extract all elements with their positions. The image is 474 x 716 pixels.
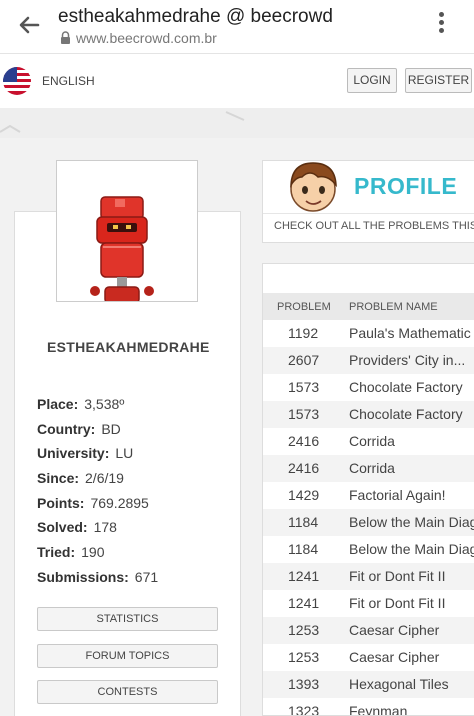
table-row[interactable]: 1241 Fit or Dont Fit II [263, 563, 474, 590]
profile-banner: PROFILE CHECK OUT ALL THE PROBLEMS THIS … [262, 160, 474, 243]
statistics-button[interactable]: STATISTICS [37, 607, 218, 631]
boy-avatar-icon [290, 162, 337, 212]
problem-name[interactable]: Corrida [349, 460, 395, 476]
stat-value: 2/6/19 [85, 470, 124, 486]
browser-bar: estheakahmedrahe @ beecrowd www.beecrowd… [0, 0, 474, 54]
stat-value: 190 [81, 544, 105, 560]
login-button[interactable]: LOGIN [347, 68, 397, 93]
us-flag-icon[interactable] [3, 67, 31, 95]
table-top [263, 264, 474, 293]
table-row[interactable]: 1573 Chocolate Factory [263, 374, 474, 401]
table-row[interactable]: 2416 Corrida [263, 455, 474, 482]
stat-solved: Solved: 178 [37, 519, 117, 535]
page-url[interactable]: www.beecrowd.com.br [76, 30, 217, 46]
table-row[interactable]: 1573 Chocolate Factory [263, 401, 474, 428]
problem-id[interactable]: 2607 [288, 352, 319, 368]
problem-id[interactable]: 1192 [288, 325, 318, 341]
column-header-problem[interactable]: PROBLEM [277, 301, 331, 313]
stat-label: Solved: [37, 519, 88, 535]
page-title: estheakahmedrahe @ beecrowd [58, 6, 333, 27]
table-row[interactable]: 1393 Hexagonal Tiles [263, 671, 474, 698]
username: ESTHEAKAHMEDRAHE [47, 339, 210, 355]
problem-id[interactable]: 1573 [288, 406, 319, 422]
table-row[interactable]: 1241 Fit or Dont Fit II [263, 590, 474, 617]
problem-table: PROBLEM PROBLEM NAME 1192 Paula's Mathema… [262, 263, 474, 716]
problem-name[interactable]: Corrida [349, 433, 395, 449]
problem-id[interactable]: 1429 [288, 487, 319, 503]
stat-points: Points: 769.2895 [37, 495, 149, 511]
problem-name[interactable]: Below the Main Diag [349, 541, 474, 557]
banner-subtitle: CHECK OUT ALL THE PROBLEMS THIS U [274, 220, 474, 232]
problem-id[interactable]: 1323 [288, 703, 319, 715]
stat-country: Country: BD [37, 421, 121, 437]
stat-submissions: Submissions: 671 [37, 569, 158, 585]
table-row[interactable]: 1184 Below the Main Diag [263, 509, 474, 536]
problem-id[interactable]: 2416 [288, 460, 319, 476]
stat-since: Since: 2/6/19 [37, 470, 124, 486]
table-row[interactable]: 2607 Providers' City in... [263, 347, 474, 374]
stat-label: Since: [37, 470, 80, 486]
contests-button[interactable]: CONTESTS [37, 680, 218, 704]
stat-label: Submissions: [37, 569, 129, 585]
decorative-band [0, 108, 474, 138]
forum-topics-button[interactable]: FORUM TOPICS [37, 644, 218, 668]
stat-label: University: [37, 445, 110, 461]
stat-label: Country: [37, 421, 96, 437]
stat-value[interactable]: LU [115, 445, 133, 461]
problem-id[interactable]: 1241 [288, 595, 319, 611]
stat-label: Points: [37, 495, 85, 511]
stat-tried: Tried: 190 [37, 544, 104, 560]
stat-value[interactable]: BD [101, 421, 120, 437]
problem-id[interactable]: 1184 [288, 541, 318, 557]
stat-value: 671 [134, 569, 159, 585]
problem-name[interactable]: Chocolate Factory [349, 406, 463, 422]
problem-name[interactable]: Below the Main Diag [349, 514, 474, 530]
stat-value: 178 [93, 519, 117, 535]
problem-name[interactable]: Caesar Cipher [349, 649, 439, 665]
problem-id[interactable]: 2416 [288, 433, 319, 449]
problem-id[interactable]: 1184 [288, 514, 318, 530]
problem-name[interactable]: Fit or Dont Fit II [349, 568, 445, 584]
problem-name[interactable]: Caesar Cipher [349, 622, 439, 638]
problem-id[interactable]: 1253 [288, 649, 319, 665]
table-row[interactable]: 1429 Factorial Again! [263, 482, 474, 509]
problem-id[interactable]: 1393 [288, 676, 319, 692]
problem-name[interactable]: Chocolate Factory [349, 379, 463, 395]
problem-name[interactable]: Hexagonal Tiles [349, 676, 449, 692]
back-arrow-icon[interactable] [16, 12, 42, 38]
table-row[interactable]: 1184 Below the Main Diag [263, 536, 474, 563]
table-header: PROBLEM PROBLEM NAME [263, 293, 474, 320]
stat-value: 3,538º [84, 396, 125, 412]
table-row[interactable]: 1192 Paula's Mathematic G [263, 320, 474, 347]
language-label[interactable]: ENGLISH [42, 74, 95, 88]
problem-name[interactable]: Factorial Again! [349, 487, 446, 503]
robot-avatar-icon [90, 196, 154, 301]
profile-heading: PROFILE [354, 173, 458, 199]
stat-value: 769.2895 [90, 495, 149, 511]
lock-icon [61, 31, 70, 44]
stat-university: University: LU [37, 445, 133, 461]
column-header-problem-name[interactable]: PROBLEM NAME [349, 301, 438, 313]
problem-name[interactable]: Paula's Mathematic G [349, 325, 474, 341]
problem-name[interactable]: Fit or Dont Fit II [349, 595, 445, 611]
more-options-icon[interactable] [436, 12, 446, 38]
register-button[interactable]: REGISTER [405, 68, 472, 93]
problem-id[interactable]: 1253 [288, 622, 319, 638]
table-row[interactable]: 2416 Corrida [263, 428, 474, 455]
table-row[interactable]: 1253 Caesar Cipher [263, 617, 474, 644]
stat-label: Place: [37, 396, 79, 412]
table-row[interactable]: 1323 Feynman [263, 698, 474, 715]
stat-place: Place: 3,538º [37, 396, 124, 412]
table-row[interactable]: 1253 Caesar Cipher [263, 644, 474, 671]
banner-divider [263, 213, 474, 214]
stat-label: Tried: [37, 544, 76, 560]
avatar [56, 160, 198, 302]
problem-name[interactable]: Providers' City in... [349, 352, 465, 368]
problem-id[interactable]: 1573 [288, 379, 319, 395]
problem-name[interactable]: Feynman [349, 703, 407, 715]
problem-id[interactable]: 1241 [288, 568, 319, 584]
